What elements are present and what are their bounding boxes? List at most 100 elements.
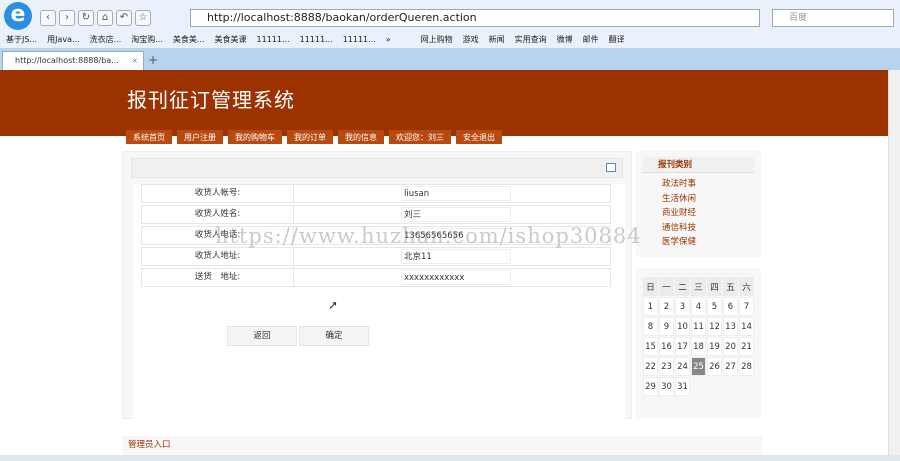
tab-title: http://localhost:8888/ba...: [15, 56, 119, 65]
bookmark[interactable]: 邮件: [583, 31, 599, 48]
home-icon[interactable]: ⌂: [97, 10, 113, 26]
calendar-day[interactable]: 2: [659, 297, 674, 316]
calendar-day[interactable]: 24: [675, 357, 690, 376]
calendar-day[interactable]: 30: [659, 377, 674, 396]
new-tab-button[interactable]: +: [148, 53, 158, 67]
forward-icon[interactable]: ›: [59, 10, 75, 26]
name-field[interactable]: 刘三: [401, 207, 511, 222]
category-link[interactable]: 通信科技: [662, 221, 696, 236]
calendar-day[interactable]: 11: [691, 317, 706, 336]
search-box[interactable]: 百度: [772, 9, 894, 27]
bookmark[interactable]: 微博: [557, 31, 573, 48]
bookmark[interactable]: 11111...: [343, 31, 376, 48]
calendar-day[interactable]: 13: [723, 317, 738, 336]
calendar-day[interactable]: 6: [723, 297, 738, 316]
bookmark[interactable]: 美食美...: [173, 31, 205, 48]
bookmark[interactable]: 实用查询: [515, 31, 547, 48]
calendar-day[interactable]: 10: [675, 317, 690, 336]
menu-logout[interactable]: 安全退出: [456, 130, 502, 144]
calendar-day[interactable]: 3: [675, 297, 690, 316]
calendar-day[interactable]: 12: [707, 317, 722, 336]
bookmark[interactable]: 新闻: [489, 31, 505, 48]
calendar-day[interactable]: 5: [707, 297, 722, 316]
menu-orders[interactable]: 我的订单: [287, 130, 333, 144]
account-field[interactable]: liusan: [401, 186, 511, 201]
more-bookmarks[interactable]: »: [386, 31, 391, 48]
calendar-day[interactable]: 29: [643, 377, 658, 396]
calendar-day[interactable]: 27: [723, 357, 738, 376]
calendar-day[interactable]: 7: [739, 297, 754, 316]
address-bar[interactable]: http://localhost:8888/baokan/orderQueren…: [190, 9, 760, 27]
menu-welcome[interactable]: 欢迎您：刘三: [389, 130, 451, 144]
calendar-empty: [723, 377, 738, 396]
order-form: 收货人帐号: liusan 收货人姓名: 刘三 收货人电话: 13656565656 …: [133, 184, 625, 420]
back-button[interactable]: 返回: [227, 326, 297, 346]
bookmark[interactable]: 美食美课: [215, 31, 247, 48]
refresh-icon[interactable]: ↻: [78, 10, 94, 26]
calendar-day[interactable]: 16: [659, 337, 674, 356]
calendar: 日一二三四五六 1 2 3 4 5 6 7 8 9 10 11 12 13 14 15 16 17 18 19 20 21…: [642, 276, 755, 397]
calendar-day[interactable]: 25: [691, 357, 706, 376]
calendar-empty: [739, 377, 754, 396]
weekday-header: 四: [707, 277, 722, 296]
site-header: 报刊征订管理系统 系统首页 用户注册 我的购物车 我的订单 我的信息 欢迎您：刘…: [0, 70, 888, 144]
bookmark[interactable]: 11111...: [300, 31, 333, 48]
browser-tab[interactable]: http://localhost:8888/ba... ×: [2, 51, 144, 70]
phone-field[interactable]: 13656565656: [401, 228, 511, 243]
bookmark[interactable]: 洗衣店...: [90, 31, 122, 48]
footer: 管理员入口: [122, 436, 762, 456]
category-link[interactable]: 医学保健: [662, 235, 696, 250]
calendar-day[interactable]: 17: [675, 337, 690, 356]
calendar-empty: [707, 377, 722, 396]
category-link[interactable]: 政法时事: [662, 177, 696, 192]
form-row: 收货人姓名: 刘三: [141, 205, 611, 224]
confirm-button[interactable]: 确定: [299, 326, 369, 346]
calendar-day[interactable]: 19: [707, 337, 722, 356]
calendar-day[interactable]: 23: [659, 357, 674, 376]
close-tab-icon[interactable]: ×: [131, 52, 138, 70]
menu-home[interactable]: 系统首页: [126, 130, 172, 144]
calendar-day[interactable]: 28: [739, 357, 754, 376]
favorite-star-icon[interactable]: ☆: [135, 10, 151, 26]
menu-cart[interactable]: 我的购物车: [228, 130, 282, 144]
bookmark[interactable]: 翻译: [609, 31, 625, 48]
admin-link[interactable]: 管理员入口: [128, 440, 171, 450]
page-scrollbar[interactable]: [888, 70, 900, 455]
bookmark[interactable]: 淘宝购...: [131, 31, 163, 48]
form-row: 送货 地址: xxxxxxxxxxxx: [141, 268, 611, 287]
calendar-day[interactable]: 15: [643, 337, 658, 356]
calendar-day[interactable]: 26: [707, 357, 722, 376]
calendar-day[interactable]: 22: [643, 357, 658, 376]
field-label: 收货人地址:: [142, 248, 294, 265]
weekday-header: 五: [723, 277, 738, 296]
bookmarks-bar: 基于JS... 用Java... 洗衣店... 淘宝购... 美食美... 美食…: [0, 31, 900, 48]
calendar-day[interactable]: 4: [691, 297, 706, 316]
category-link[interactable]: 商业财经: [662, 206, 696, 221]
calendar-day[interactable]: 8: [643, 317, 658, 336]
delivery-address-field[interactable]: xxxxxxxxxxxx: [401, 270, 511, 285]
category-link[interactable]: 生活休闲: [662, 192, 696, 207]
calendar-day[interactable]: 14: [739, 317, 754, 336]
form-row: 收货人帐号: liusan: [141, 184, 611, 203]
bookmark[interactable]: 游戏: [463, 31, 479, 48]
undo-icon[interactable]: ↶: [116, 10, 132, 26]
bookmark[interactable]: 11111...: [257, 31, 290, 48]
weekday-header: 二: [675, 277, 690, 296]
calendar-panel: 日一二三四五六 1 2 3 4 5 6 7 8 9 10 11 12 13 14 15 16 17 18 19 20 21…: [636, 268, 761, 418]
calendar-day[interactable]: 18: [691, 337, 706, 356]
menu-register[interactable]: 用户注册: [177, 130, 223, 144]
calendar-day[interactable]: 21: [739, 337, 754, 356]
bookmark[interactable]: 网上购物: [421, 31, 453, 48]
menu-my-info[interactable]: 我的信息: [338, 130, 384, 144]
browser-chrome: e ‹ › ↻ ⌂ ↶ ☆ http://localhost:8888/baok…: [0, 0, 900, 70]
calendar-day[interactable]: 20: [723, 337, 738, 356]
address-field[interactable]: 北京11: [401, 249, 511, 264]
calendar-day[interactable]: 9: [659, 317, 674, 336]
bookmark[interactable]: 用Java...: [47, 31, 80, 48]
back-icon[interactable]: ‹: [40, 10, 56, 26]
field-label: 送货 地址:: [142, 269, 294, 286]
calendar-day[interactable]: 1: [643, 297, 658, 316]
window-icon: [606, 163, 616, 172]
calendar-day[interactable]: 31: [675, 377, 690, 396]
bookmark[interactable]: 基于JS...: [6, 31, 37, 48]
